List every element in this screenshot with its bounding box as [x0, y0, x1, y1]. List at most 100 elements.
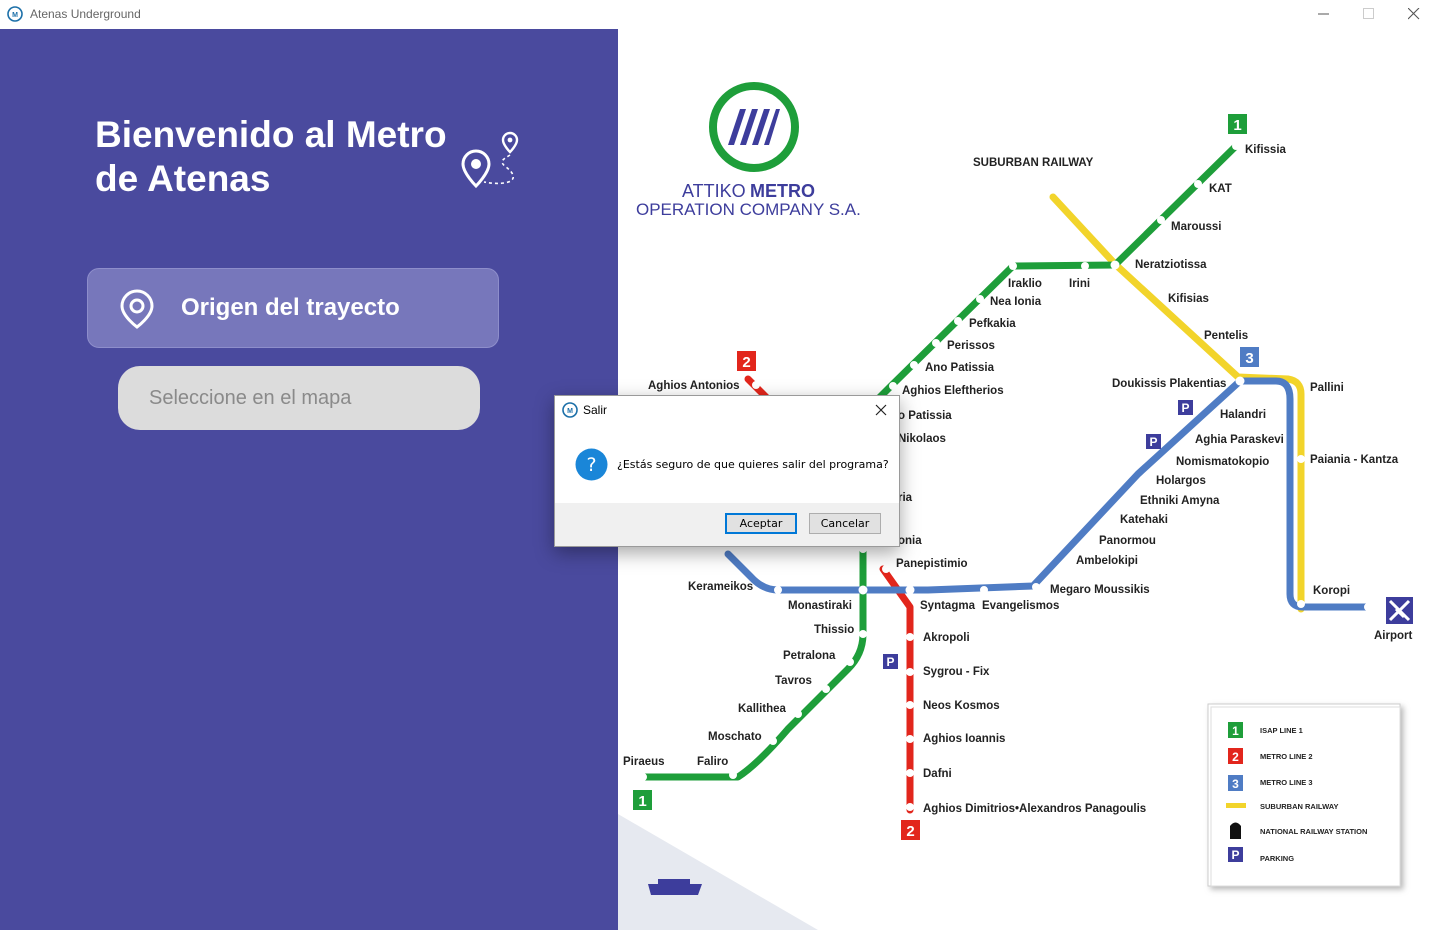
station-aghios-antonios: Aghios Antonios — [648, 380, 740, 392]
minimize-button[interactable] — [1301, 0, 1347, 29]
welcome-title: Bienvenido al Metro de Atenas — [95, 114, 447, 199]
station-kifissia: Kifissia — [1245, 144, 1287, 156]
station-perissos: Perissos — [947, 340, 995, 352]
station-petralona: Petralona — [783, 650, 836, 662]
origin-card[interactable]: Origen del trayecto — [87, 268, 499, 348]
station-nomismatokopio: Nomismatokopio — [1176, 456, 1269, 468]
station-panormou: Panormou — [1099, 535, 1156, 547]
station-pallini: Pallini — [1310, 382, 1344, 394]
ferry-icon — [648, 884, 702, 895]
minimize-icon — [1318, 13, 1329, 15]
attiko-metro-logo — [709, 82, 799, 172]
station-faliro: Faliro — [697, 756, 728, 768]
parking-badge-1: P — [1178, 400, 1193, 415]
line2-badge-top: 2 — [737, 351, 756, 371]
station-nea-ionia: Nea Ionia — [990, 296, 1042, 308]
parking-badge-2: P — [1146, 434, 1161, 449]
logo-company: OPERATION COMPANY S.A. — [636, 200, 861, 219]
station-dafni: Dafni — [923, 768, 952, 780]
legend-line3-label: METRO LINE 3 — [1260, 778, 1313, 787]
accept-button[interactable]: Aceptar — [725, 513, 797, 534]
legend-parking-label: PARKING — [1260, 854, 1294, 863]
location-pin-icon — [120, 289, 154, 329]
station-ethniki-amyna: Ethniki Amyna — [1140, 495, 1220, 507]
dialog-app-icon: M — [562, 402, 578, 418]
station-aghia-paraskevi: Aghia Paraskevi — [1195, 434, 1284, 446]
station-kat: KAT — [1209, 183, 1232, 195]
station-aghios-eleftherios: Aghios Eleftherios — [902, 385, 1004, 397]
parking-badge-3: P — [883, 654, 898, 669]
station-iraklio: Iraklio — [1008, 278, 1042, 290]
svg-text:M: M — [12, 12, 18, 19]
dialog-title: Salir — [583, 403, 608, 417]
station-syntagma: Syntagma — [920, 600, 976, 612]
window-title: Atenas Underground — [30, 7, 141, 21]
sea-area — [618, 814, 818, 930]
station-ano-patissia: Ano Patissia — [925, 362, 995, 374]
close-icon — [1408, 8, 1420, 20]
station-kallithea: Kallithea — [738, 703, 787, 715]
origin-label: Origen del trayecto — [181, 294, 400, 321]
svg-text:P: P — [1181, 401, 1189, 415]
station-katehaki: Katehaki — [1120, 514, 1168, 526]
station-aghios-ioannis: Aghios Ioannis — [923, 733, 1005, 745]
svg-text:2: 2 — [1232, 750, 1239, 764]
title-bar: M Atenas Underground — [0, 0, 1437, 29]
station-nikolaos: Nikolaos — [898, 433, 946, 445]
station-sygrou: Sygrou - Fix — [923, 666, 990, 678]
station-halandri: Halandri — [1220, 409, 1266, 421]
station-pefkakia: Pefkakia — [969, 318, 1016, 330]
airport-icon — [1386, 597, 1413, 624]
station-onia: onia — [898, 535, 922, 547]
question-icon: ? — [575, 448, 608, 481]
svg-text:?: ? — [586, 454, 596, 476]
ferry-deck — [658, 879, 690, 885]
svg-text:1: 1 — [638, 793, 646, 810]
station-aghios-dimitrios: Aghios Dimitrios•Alexandros Panagoulis — [923, 803, 1146, 815]
cancel-button[interactable]: Cancelar — [809, 513, 881, 534]
station-thissio: Thissio — [814, 624, 854, 636]
station-doukissis: Doukissis Plakentias — [1112, 378, 1226, 390]
svg-text:P: P — [886, 655, 894, 669]
logo-metro: METRO — [750, 181, 815, 201]
suburban-title: SUBURBAN RAILWAY — [973, 157, 1094, 169]
station-moschato: Moschato — [708, 731, 762, 743]
app-logo-icon: M — [7, 6, 23, 22]
svg-text:1: 1 — [1232, 724, 1239, 738]
close-button[interactable] — [1391, 0, 1437, 29]
station-panepistimio: Panepistimio — [896, 558, 968, 570]
legend-line1-label: ISAP LINE 1 — [1260, 726, 1303, 735]
svg-text:1: 1 — [1233, 117, 1241, 134]
station-tavros: Tavros — [775, 675, 812, 687]
legend-railway-label: NATIONAL RAILWAY STATION — [1260, 827, 1367, 836]
station-holargos: Holargos — [1156, 475, 1206, 487]
svg-text:P: P — [1231, 848, 1239, 862]
origin-select-field[interactable]: Seleccione en el mapa — [118, 366, 480, 430]
station-kerameikos: Kerameikos — [688, 581, 753, 593]
railway-station-icon — [1230, 822, 1241, 839]
svg-text:3: 3 — [1245, 350, 1253, 367]
station-maroussi: Maroussi — [1171, 221, 1222, 233]
station-irini: Irini — [1069, 278, 1090, 290]
legend-line2-label: METRO LINE 2 — [1260, 752, 1313, 761]
svg-text:3: 3 — [1232, 777, 1239, 791]
svg-text:M: M — [567, 408, 573, 415]
station-ria: ria — [898, 492, 913, 504]
station-paiania: Paiania - Kantza — [1310, 454, 1399, 466]
sidebar-panel: Bienvenido al Metro de Atenas Origen del… — [0, 29, 618, 930]
dialog-close-icon[interactable] — [873, 402, 889, 418]
station-evangelismos: Evangelismos — [982, 600, 1059, 612]
station-neos-kosmos: Neos Kosmos — [923, 700, 1000, 712]
maximize-button[interactable] — [1346, 0, 1392, 29]
station-ambelokipi: Ambelokipi — [1076, 555, 1138, 567]
maximize-icon — [1363, 8, 1374, 19]
route-map-icon — [461, 131, 519, 189]
map-legend: 1 ISAP LINE 1 2 METRO LINE 2 3 METRO LIN… — [1207, 703, 1401, 887]
exit-dialog: M Salir ? ¿Estás seguro de que quieres s… — [554, 395, 900, 547]
station-neratziotissa: Neratziotissa — [1135, 259, 1207, 271]
station-kifisias: Kifisias — [1168, 293, 1209, 305]
legend-suburban-swatch — [1226, 803, 1246, 808]
station-monastiraki: Monastiraki — [788, 600, 852, 612]
legend-suburban-label: SUBURBAN RAILWAY — [1260, 802, 1338, 811]
line2-badge-bottom: 2 — [901, 820, 920, 840]
